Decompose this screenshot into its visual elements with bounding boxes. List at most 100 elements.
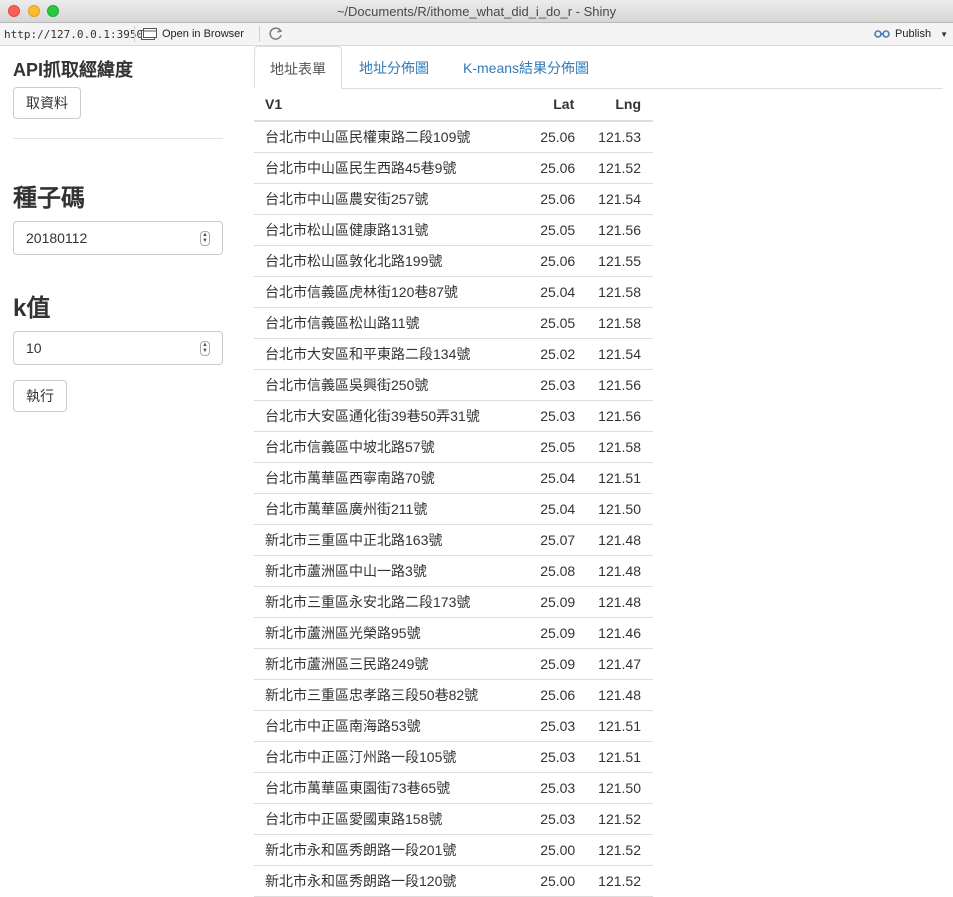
lat-cell: 25.05 [513,307,576,339]
address-cell: 台北市萬華區東園街73巷65號 [254,772,514,804]
fetch-data-button[interactable]: 取資料 [13,87,81,119]
address-cell: 新北市三重區忠孝路三段50巷82號 [254,679,514,711]
address-cell: 台北市松山區敦化北路199號 [254,245,514,277]
publish-label: Publish [895,28,932,40]
lat-cell: 25.00 [513,865,576,897]
sidebar-divider [13,138,223,139]
lat-cell: 25.03 [513,369,576,401]
chevron-down-icon[interactable]: ▼ [940,30,948,39]
lng-cell: 121.47 [575,648,653,680]
address-cell: 台北市信義區中坡北路57號 [254,431,514,463]
table-row: 新北市三重區忠孝路三段50巷82號 25.06 121.48 [254,679,653,711]
lat-cell: 25.06 [513,183,576,215]
lat-cell: 25.03 [513,741,576,773]
app-url: http://127.0.0.1:3950 [4,28,144,41]
address-cell: 新北市蘆洲區三民路249號 [254,648,514,680]
lat-cell: 25.06 [513,121,576,153]
address-cell: 新北市三重區中正北路163號 [254,524,514,556]
tab-address-form[interactable]: 地址表單 [254,46,342,89]
address-cell: 台北市中山區農安街257號 [254,183,514,215]
lng-cell: 121.50 [575,493,653,525]
seed-input-value: 20180112 [26,230,88,246]
address-cell: 台北市中正區汀州路一段105號 [254,741,514,773]
address-table: V1 Lat Lng 台北市中山區民權東路二段109號 25.06 121.53 台北… [254,88,653,897]
lat-cell: 25.07 [513,524,576,556]
table-row: 台北市萬華區東園街73巷65號 25.03 121.50 [254,772,653,804]
table-row: 台北市中山區農安街257號 25.06 121.54 [254,183,653,215]
table-row: 台北市信義區吳興街250號 25.03 121.56 [254,369,653,401]
column-header-lat[interactable]: Lat [513,88,576,122]
address-cell: 台北市萬華區西寧南路70號 [254,462,514,494]
lng-cell: 121.52 [575,152,653,184]
table-row: 台北市信義區虎林街120巷87號 25.04 121.58 [254,276,653,308]
table-row: 台北市中正區南海路53號 25.03 121.51 [254,710,653,742]
tab-address-map[interactable]: 地址分佈圖 [344,46,444,88]
address-cell: 台北市信義區吳興街250號 [254,369,514,401]
lng-cell: 121.52 [575,865,653,897]
table-row: 台北市中山區民生西路45巷9號 25.06 121.52 [254,152,653,184]
lat-cell: 25.06 [513,152,576,184]
lng-cell: 121.51 [575,462,653,494]
lat-cell: 25.05 [513,214,576,246]
lat-cell: 25.03 [513,710,576,742]
lng-cell: 121.55 [575,245,653,277]
lng-cell: 121.56 [575,400,653,432]
tab-bar: 地址表單 地址分佈圖 K-means結果分佈圖 [254,46,943,89]
lng-cell: 121.53 [575,121,653,153]
address-cell: 台北市大安區和平東路二段134號 [254,338,514,370]
table-row: 新北市永和區秀朗路一段120號 25.00 121.52 [254,865,653,897]
address-cell: 台北市中山區民權東路二段109號 [254,121,514,153]
open-in-browser-button[interactable]: Open in Browser [141,26,244,42]
lng-cell: 121.56 [575,214,653,246]
k-label: k值 [13,295,51,322]
lng-cell: 121.48 [575,586,653,618]
column-header-v1[interactable]: V1 [254,88,514,122]
k-input[interactable]: 10 ▲ ▼ [13,331,223,365]
address-cell: 台北市中山區民生西路45巷9號 [254,152,514,184]
lat-cell: 25.04 [513,276,576,308]
lng-cell: 121.54 [575,338,653,370]
lng-cell: 121.58 [575,307,653,339]
table-row: 台北市大安區通化街39巷50弄31號 25.03 121.56 [254,400,653,432]
lng-cell: 121.51 [575,710,653,742]
address-cell: 台北市信義區虎林街120巷87號 [254,276,514,308]
lng-cell: 121.58 [575,431,653,463]
run-button[interactable]: 執行 [13,380,67,412]
tab-kmeans-map[interactable]: K-means結果分佈圖 [448,46,604,88]
table-body: 台北市中山區民權東路二段109號 25.06 121.53 台北市中山區民生西路45巷… [254,121,653,897]
address-cell: 台北市信義區松山路11號 [254,307,514,339]
table-row: 台北市萬華區西寧南路70號 25.04 121.51 [254,462,653,494]
table-row: 新北市蘆洲區光榮路95號 25.09 121.46 [254,617,653,649]
lat-cell: 25.08 [513,555,576,587]
lat-cell: 25.09 [513,617,576,649]
lng-cell: 121.48 [575,524,653,556]
seed-input[interactable]: 20180112 ▲ ▼ [13,221,223,255]
address-cell: 新北市蘆洲區中山一路3號 [254,555,514,587]
refresh-button[interactable] [268,26,284,42]
k-stepper[interactable]: ▲ ▼ [200,341,210,356]
lat-cell: 25.02 [513,338,576,370]
publish-button[interactable]: Publish ▼ [874,26,948,42]
table-row: 新北市蘆洲區三民路249號 25.09 121.47 [254,648,653,680]
lat-cell: 25.06 [513,245,576,277]
table-row: 台北市松山區健康路131號 25.05 121.56 [254,214,653,246]
address-cell: 台北市中正區愛國東路158號 [254,803,514,835]
address-cell: 新北市永和區秀朗路一段120號 [254,865,514,897]
lat-cell: 25.04 [513,462,576,494]
lat-cell: 25.03 [513,400,576,432]
window-titlebar: ~/Documents/R/ithome_what_did_i_do_r - S… [0,0,953,23]
lng-cell: 121.58 [575,276,653,308]
toolbar-divider [134,26,135,42]
refresh-icon [269,27,283,40]
lng-cell: 121.50 [575,772,653,804]
table-row: 台北市中山區民權東路二段109號 25.06 121.53 [254,121,653,153]
viewer-toolbar: http://127.0.0.1:3950 Open in Browser Pu… [0,23,953,46]
lng-cell: 121.46 [575,617,653,649]
seed-stepper[interactable]: ▲ ▼ [200,231,210,246]
table-row: 台北市松山區敦化北路199號 25.06 121.55 [254,245,653,277]
address-cell: 台北市松山區健康路131號 [254,214,514,246]
open-in-browser-label: Open in Browser [162,28,244,40]
column-header-lng[interactable]: Lng [575,88,653,122]
table-row: 台北市大安區和平東路二段134號 25.02 121.54 [254,338,653,370]
sidebar-panel: API抓取經緯度 取資料 種子碼 20180112 ▲ ▼ k值 10 ▲ ▼ 執行 [13,46,223,412]
